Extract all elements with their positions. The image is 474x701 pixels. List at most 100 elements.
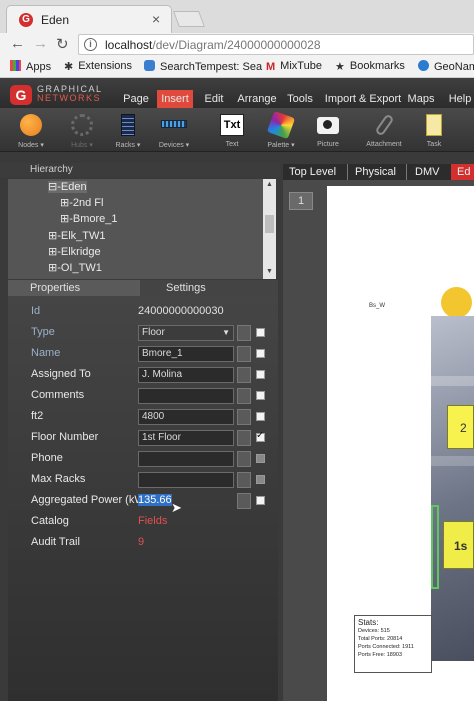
diagram-page[interactable]: Bs_W 2 1s Stats: Devices: 515 Total Port… bbox=[327, 186, 474, 701]
building-image[interactable] bbox=[431, 316, 474, 661]
picture-button[interactable]: Picture bbox=[306, 112, 350, 152]
max-racks-field[interactable] bbox=[138, 472, 234, 488]
task-button[interactable]: Task bbox=[412, 112, 456, 152]
type-checkbox[interactable] bbox=[256, 328, 265, 337]
menu-arrange[interactable]: Arrange bbox=[235, 90, 279, 108]
address-bar-row: ← → ↻ i localhost/dev/Diagram/2400000000… bbox=[0, 33, 474, 57]
tab-properties[interactable]: Properties bbox=[8, 280, 140, 296]
bookmark-extensions[interactable]: ✱ Extensions bbox=[64, 60, 132, 73]
tab-dmv[interactable]: DMV bbox=[415, 164, 439, 180]
bookmark-label: Bookmarks bbox=[349, 60, 405, 72]
comments-checkbox[interactable] bbox=[256, 391, 265, 400]
phone-more-button[interactable] bbox=[237, 451, 251, 467]
menu-maps[interactable]: Maps bbox=[406, 90, 436, 108]
text-button[interactable]: Txt Text bbox=[210, 112, 254, 152]
tree-item-elkridge[interactable]: ⊞-Elkridge bbox=[48, 245, 101, 258]
tree-scrollbar[interactable]: ▲ ▼ bbox=[263, 179, 276, 279]
comments-more-button[interactable] bbox=[237, 388, 251, 404]
tree-item-2nd-fl[interactable]: ⊞-2nd Fl bbox=[60, 196, 103, 209]
hubs-button[interactable]: Hubs ▾ bbox=[60, 112, 104, 152]
type-select[interactable]: Floor ▼ bbox=[138, 325, 234, 341]
task-label: Task bbox=[426, 141, 442, 148]
menu-edit[interactable]: Edit bbox=[199, 90, 229, 108]
scroll-up-arrow-icon[interactable]: ▲ bbox=[266, 181, 273, 188]
menu-page[interactable]: Page bbox=[120, 90, 152, 108]
insert-toolbar: Nodes ▾ Hubs ▾ Racks ▾ Devices ▾ Txt Tex… bbox=[0, 108, 474, 152]
name-field[interactable]: Bmore_1 bbox=[138, 346, 234, 362]
scrollbar-thumb[interactable] bbox=[265, 215, 274, 233]
page-number-button[interactable]: 1 bbox=[289, 192, 313, 210]
audit-trail-link[interactable]: 9 bbox=[138, 536, 144, 548]
assigned-to-more-button[interactable] bbox=[237, 367, 251, 383]
reload-icon[interactable]: ↻ bbox=[56, 35, 69, 53]
tab-divider bbox=[406, 164, 407, 180]
bookmark-apps[interactable]: Apps bbox=[10, 60, 51, 73]
name-more-button[interactable] bbox=[237, 346, 251, 362]
forward-arrow-icon[interactable]: → bbox=[33, 35, 48, 52]
tab-eden[interactable]: Ed bbox=[451, 164, 474, 180]
searchtempest-icon bbox=[144, 60, 155, 71]
menu-help[interactable]: Help bbox=[446, 90, 474, 108]
tab-settings[interactable]: Settings bbox=[144, 280, 278, 296]
phone-field[interactable] bbox=[138, 451, 234, 467]
catalog-link[interactable]: Fields bbox=[138, 515, 167, 527]
tab-physical[interactable]: Physical bbox=[355, 164, 396, 180]
scroll-down-arrow-icon[interactable]: ▼ bbox=[266, 268, 273, 275]
name-checkbox[interactable] bbox=[256, 349, 265, 358]
max-racks-checkbox[interactable] bbox=[256, 475, 265, 484]
ft2-field[interactable]: 4800 bbox=[138, 409, 234, 425]
ft2-more-button[interactable] bbox=[237, 409, 251, 425]
url-input[interactable]: i localhost/dev/Diagram/24000000000028 bbox=[78, 34, 474, 55]
tree-item-elk-tw1[interactable]: ⊞-Elk_TW1 bbox=[48, 229, 106, 242]
info-icon[interactable]: i bbox=[84, 38, 97, 51]
tab-title: Eden bbox=[41, 13, 70, 27]
prop-label-audit-trail: Audit Trail bbox=[31, 536, 80, 548]
floor-number-checkbox[interactable] bbox=[256, 430, 265, 442]
racks-button[interactable]: Racks ▾ bbox=[106, 112, 150, 152]
site-node-icon[interactable] bbox=[441, 287, 472, 318]
ft2-checkbox[interactable] bbox=[256, 412, 265, 421]
floor-number-more-button[interactable] bbox=[237, 430, 251, 446]
bookmark-mixtube[interactable]: M MixTube bbox=[266, 60, 322, 73]
back-arrow-icon[interactable]: ← bbox=[10, 35, 25, 52]
tree-item-ol-tw1[interactable]: ⊞-OI_TW1 bbox=[48, 261, 102, 274]
stats-box: Stats: Devices: 515 Total Ports: 20814 P… bbox=[354, 615, 432, 673]
floor-1-tag[interactable]: 1s bbox=[443, 521, 474, 569]
browser-tab[interactable]: G Eden × bbox=[6, 5, 172, 33]
assigned-to-checkbox[interactable] bbox=[256, 370, 265, 379]
rack-icon bbox=[121, 114, 135, 136]
building-window-band bbox=[431, 376, 474, 386]
bookmark-geonames[interactable]: GeoNam bbox=[418, 60, 474, 73]
type-more-button[interactable] bbox=[237, 325, 251, 341]
comments-field[interactable] bbox=[138, 388, 234, 404]
tab-top-level[interactable]: Top Level bbox=[289, 164, 336, 180]
bookmark-searchtempest[interactable]: SearchTempest: Sea bbox=[144, 60, 262, 73]
nodes-button[interactable]: Nodes ▾ bbox=[9, 112, 53, 152]
diagram-app: G GRAPHICAL NETWORKS Page Insert Edit Arr… bbox=[0, 78, 474, 701]
tab-close-icon[interactable]: × bbox=[152, 11, 160, 27]
aggregated-power-more-button[interactable] bbox=[237, 493, 251, 509]
aggregated-power-checkbox[interactable] bbox=[256, 496, 265, 505]
prop-label-ft2: ft2 bbox=[31, 410, 44, 422]
floor-number-field[interactable]: 1st Floor bbox=[138, 430, 234, 446]
tree-item-eden[interactable]: ⊟-Eden bbox=[48, 180, 87, 193]
menu-import-export[interactable]: Import & Export bbox=[323, 90, 403, 108]
attachment-button[interactable]: Attachment bbox=[362, 112, 406, 152]
assigned-to-field[interactable]: J. Molina bbox=[138, 367, 234, 383]
palette-button[interactable]: Palette ▾ bbox=[259, 110, 303, 152]
phone-checkbox[interactable] bbox=[256, 454, 265, 463]
text-label: Text bbox=[225, 141, 239, 148]
new-tab-button[interactable] bbox=[173, 11, 205, 27]
apps-grid-icon bbox=[10, 60, 21, 71]
floor-2-tag[interactable]: 2 bbox=[447, 405, 474, 449]
menu-insert[interactable]: Insert bbox=[157, 90, 193, 108]
devices-label: Devices ▾ bbox=[158, 142, 190, 149]
aggregated-power-value[interactable]: 135.66 bbox=[138, 494, 172, 506]
devices-button[interactable]: Devices ▾ bbox=[152, 112, 196, 152]
menu-tools[interactable]: Tools bbox=[284, 90, 316, 108]
bookmark-bookmarks[interactable]: ★ Bookmarks bbox=[335, 60, 405, 73]
tree-item-bmore-1[interactable]: ⊞-Bmore_1 bbox=[60, 212, 118, 225]
prop-label-aggregated-power: Aggregated Power (kW) bbox=[31, 494, 149, 506]
star-icon: ★ bbox=[335, 61, 345, 73]
max-racks-more-button[interactable] bbox=[237, 472, 251, 488]
